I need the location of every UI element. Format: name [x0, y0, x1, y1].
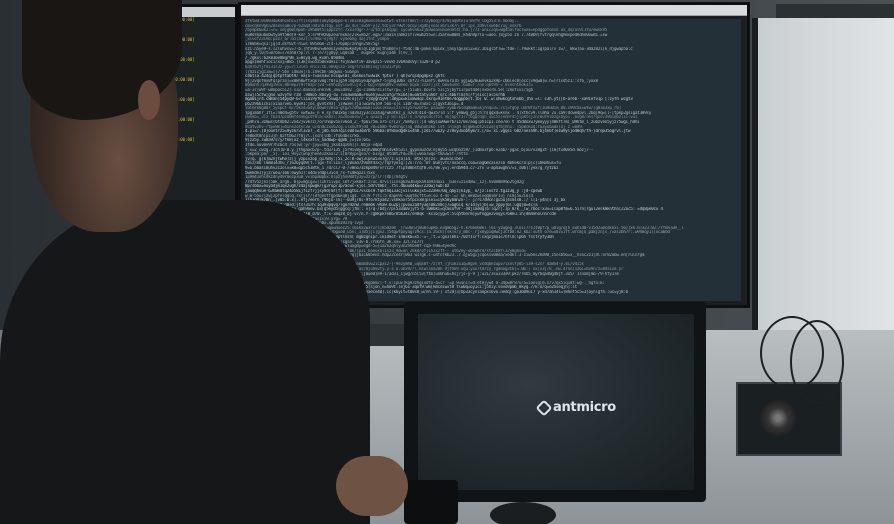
- right-monitor: [752, 4, 894, 330]
- terminal-titlebar: [241, 5, 747, 16]
- logo-text: antmicro: [553, 400, 616, 415]
- cooling-fan: [760, 400, 796, 436]
- person-hand: [336, 456, 408, 516]
- laptop-screen: antmicro: [418, 314, 694, 490]
- office-scene: [0:00:00] [0:00:00] [0:00:00] [0:00:00] [0:0…: [0, 0, 894, 524]
- phone: [404, 480, 458, 524]
- person-ear: [138, 80, 160, 120]
- antmicro-logo-icon: [535, 399, 553, 416]
- antmicro-logo: antmicro: [535, 399, 616, 416]
- laptop: antmicro: [404, 302, 706, 502]
- mouse: [490, 502, 556, 524]
- cable: [790, 320, 844, 404]
- person: [0, 200, 370, 524]
- timestamp: [0:00:00]: [173, 77, 195, 82]
- monitor-stand: [776, 4, 894, 18]
